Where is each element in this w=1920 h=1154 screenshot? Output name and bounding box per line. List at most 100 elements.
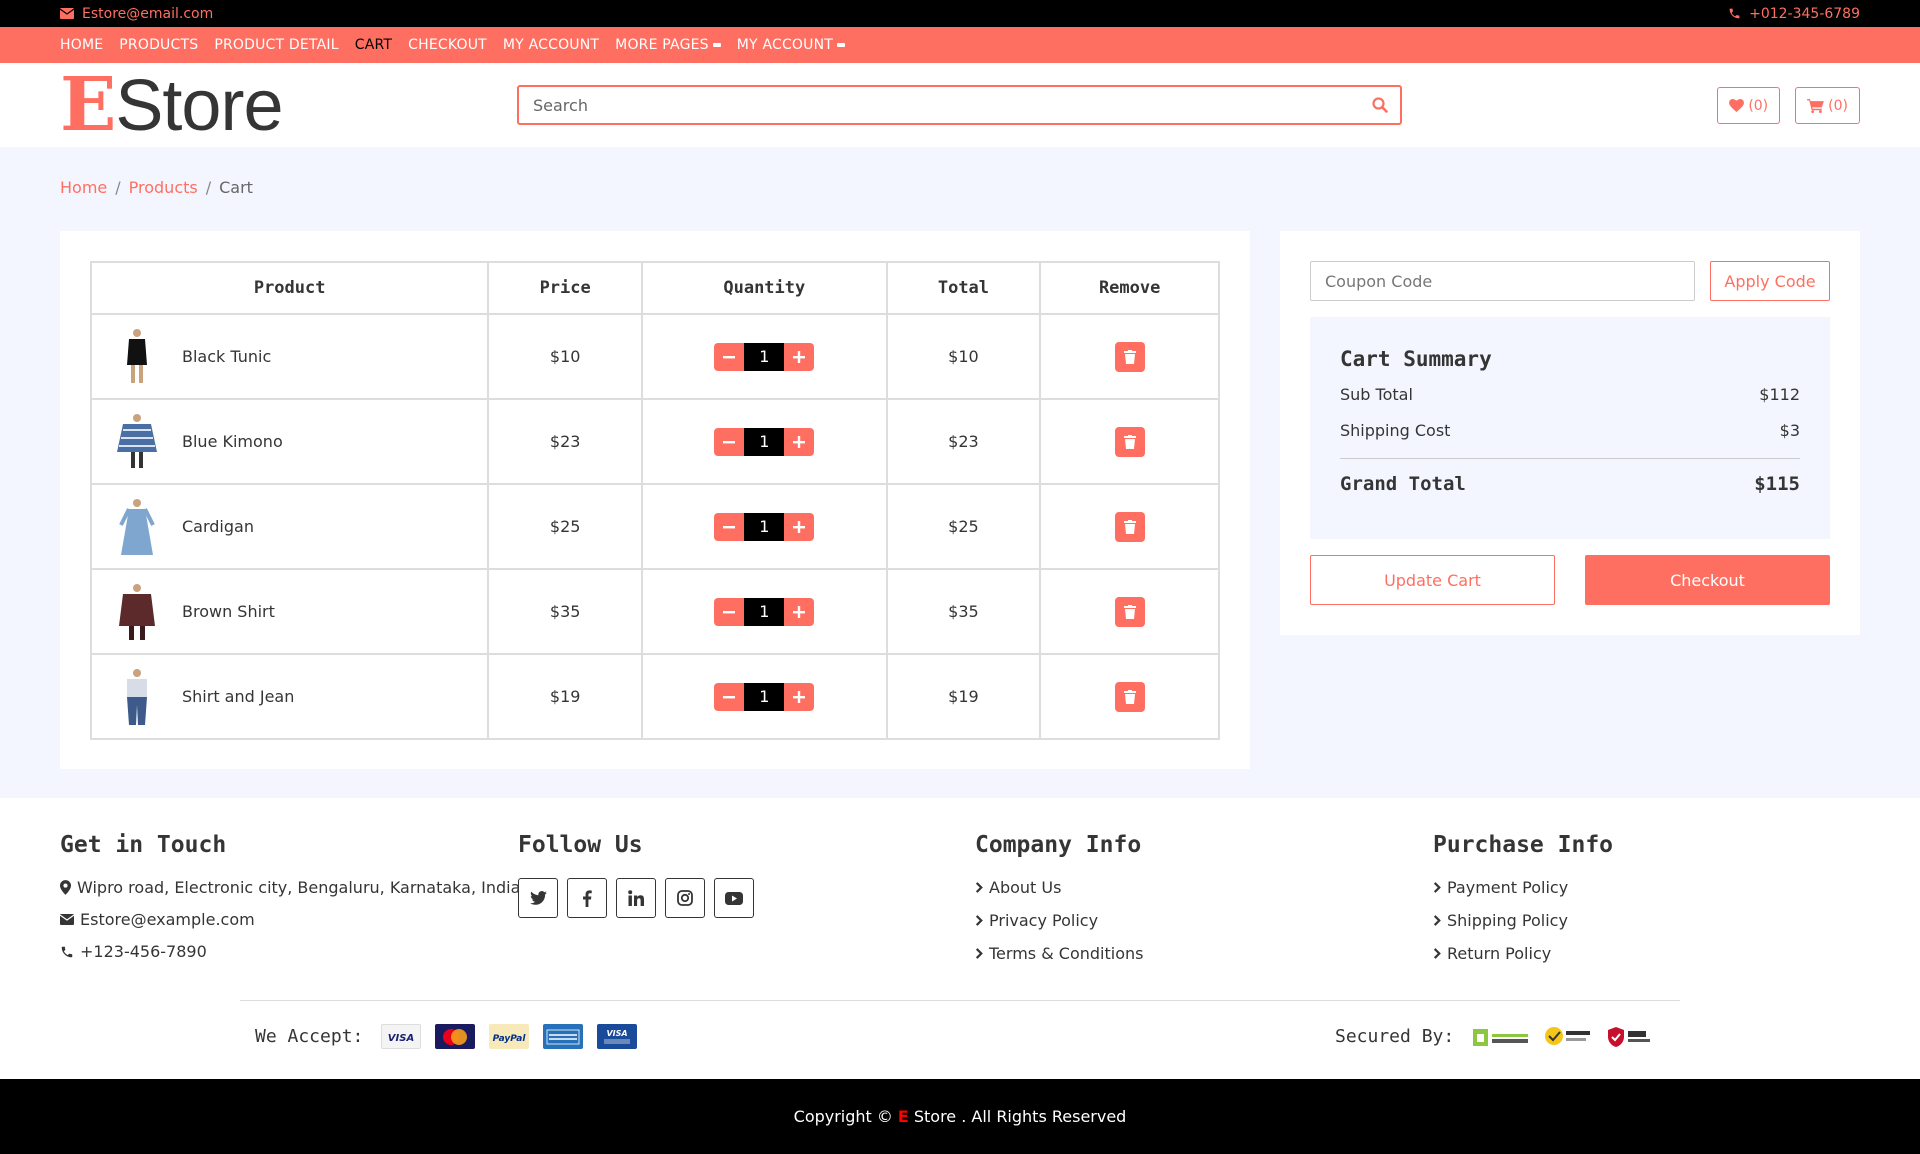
cart-icon [1807,98,1825,113]
product-name[interactable]: Brown Shirt [182,602,275,621]
remove-item-button[interactable] [1114,681,1145,712]
nav-more-pages-dropdown[interactable]: MORE PAGES [615,37,721,53]
phone-icon [61,946,73,957]
search-input[interactable] [519,87,1360,123]
caret-down-icon [837,43,846,47]
total-cell: $25 [885,483,1042,570]
checkout-button[interactable]: Checkout [1585,555,1830,605]
col-remove: Remove [1039,261,1220,315]
cart-summary: Cart Summary Sub Total $112 Shipping Cos… [1310,317,1830,539]
footer-link-privacy[interactable]: Privacy Policy [975,911,1143,930]
total-cell: $10 [885,313,1042,400]
remove-cell [1039,483,1220,570]
breadcrumb-products[interactable]: Products [129,178,198,197]
footer-link-shipping-label: Shipping Policy [1447,911,1568,930]
remove-cell [1039,653,1220,740]
subtotal-row: Sub Total $112 [1340,385,1800,404]
svg-text:VISA: VISA [607,1029,628,1038]
search-button[interactable] [1360,87,1400,123]
product-image[interactable] [112,412,162,472]
remove-item-button[interactable] [1114,511,1145,542]
price-cell: $10 [487,313,644,400]
chevron-right-icon [1433,948,1441,959]
footer-link-return[interactable]: Return Policy [1433,944,1613,963]
footer-purchase-info: Purchase Info Payment Policy Shipping Po… [1433,832,1613,977]
youtube-icon [725,891,743,905]
product-image[interactable] [112,327,162,387]
product-name[interactable]: Black Tunic [182,347,271,366]
instagram-link[interactable] [665,878,705,918]
facebook-link[interactable] [567,878,607,918]
product-name[interactable]: Cardigan [182,517,254,536]
copyright-brand[interactable]: E [898,1107,909,1126]
remove-item-button[interactable] [1114,341,1145,372]
linkedin-link[interactable] [616,878,656,918]
subtotal-label: Sub Total [1340,385,1413,404]
footer-email[interactable]: Estore@example.com [60,910,520,929]
quantity-input[interactable]: 1 [744,682,785,711]
product-cell: Cardigan [89,483,490,570]
chevron-right-icon [975,882,983,893]
increase-quantity-button[interactable] [784,597,815,626]
quantity-cell: 1 [641,653,888,740]
product-image[interactable] [112,667,162,727]
footer-link-payment[interactable]: Payment Policy [1433,878,1613,897]
quantity-input[interactable]: 1 [744,342,785,371]
footer-link-about[interactable]: About Us [975,878,1143,897]
nav-my-account-dropdown[interactable]: MY ACCOUNT [737,37,846,53]
decrease-quantity-button[interactable] [714,597,745,626]
increase-quantity-button[interactable] [784,427,815,456]
product-cell: Black Tunic [89,313,490,400]
search-icon [1372,97,1388,113]
wishlist-button[interactable]: (0) [1717,87,1781,124]
nav-checkout-label: CHECKOUT [408,37,487,53]
nav-product-detail-label: PRODUCT DETAIL [214,37,339,53]
main-nav: HOME PRODUCTS PRODUCT DETAIL CART CHECKO… [0,27,1920,63]
twitter-link[interactable] [518,878,558,918]
footer-link-terms[interactable]: Terms & Conditions [975,944,1143,963]
footer-link-privacy-label: Privacy Policy [989,911,1099,930]
product-name[interactable]: Shirt and Jean [182,687,294,706]
nav-product-detail[interactable]: PRODUCT DETAIL [214,37,338,53]
top-phone[interactable]: +012-345-6789 [1728,6,1860,22]
product-image[interactable] [112,497,162,557]
social-links [518,878,754,918]
youtube-link[interactable] [714,878,754,918]
cart-panel: Product Price Quantity Total Remove Blac… [60,231,1250,769]
quantity-stepper: 1 [714,682,815,711]
coupon-input[interactable] [1310,261,1695,301]
product-name[interactable]: Blue Kimono [182,432,283,451]
footer-link-shipping[interactable]: Shipping Policy [1433,911,1613,930]
top-email[interactable]: Estore@email.com [60,6,213,22]
mastercard-logo [435,1024,476,1049]
quantity-input[interactable]: 1 [744,597,785,626]
increase-quantity-button[interactable] [784,682,815,711]
trash-icon [1123,689,1136,704]
remove-item-button[interactable] [1114,596,1145,627]
product-cell: Blue Kimono [89,398,490,485]
footer-link-return-label: Return Policy [1447,944,1552,963]
decrease-quantity-button[interactable] [714,512,745,541]
nav-cart[interactable]: CART [355,37,392,53]
update-cart-button[interactable]: Update Cart [1310,555,1555,605]
product-image[interactable] [112,582,162,642]
nav-checkout[interactable]: CHECKOUT [408,37,487,53]
minus-icon [723,440,736,443]
decrease-quantity-button[interactable] [714,682,745,711]
cart-button[interactable]: (0) [1795,87,1860,124]
decrease-quantity-button[interactable] [714,342,745,371]
nav-my-account[interactable]: MY ACCOUNT [503,37,599,53]
quantity-input[interactable]: 1 [744,512,785,541]
footer: Get in Touch Wipro road, Electronic city… [0,798,1920,1078]
decrease-quantity-button[interactable] [714,427,745,456]
increase-quantity-button[interactable] [784,512,815,541]
quantity-input[interactable]: 1 [744,427,785,456]
apply-code-button[interactable]: Apply Code [1710,261,1830,301]
increase-quantity-button[interactable] [784,342,815,371]
nav-home[interactable]: HOME [60,37,103,53]
footer-phone[interactable]: +123-456-7890 [60,942,520,961]
breadcrumb-home[interactable]: Home [60,178,107,197]
nav-products[interactable]: PRODUCTS [119,37,198,53]
logo[interactable]: E Store [60,68,284,142]
remove-item-button[interactable] [1114,426,1145,457]
